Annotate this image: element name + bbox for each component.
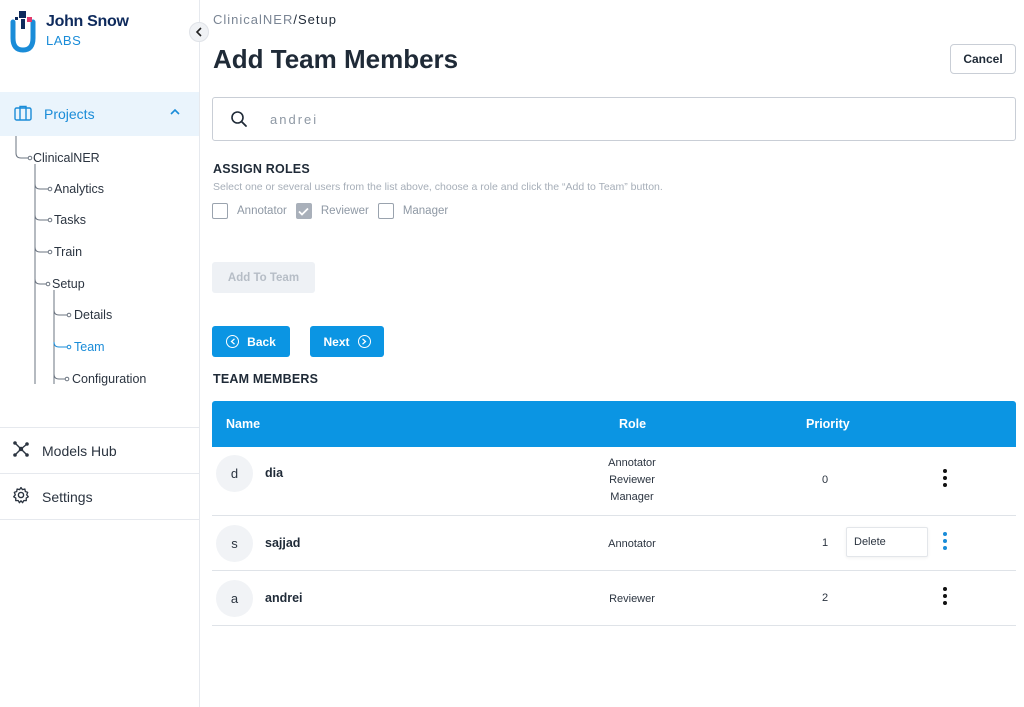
member-roles: Reviewer	[552, 591, 712, 608]
avatar: s	[216, 525, 253, 562]
kebab-menu-icon[interactable]	[941, 469, 949, 487]
brand-name: John Snow	[46, 13, 129, 30]
add-to-team-button[interactable]: Add To Team	[212, 262, 315, 293]
sidebar-item-label: Projects	[44, 106, 95, 122]
search-input[interactable]	[270, 111, 970, 127]
annotator-checkbox[interactable]	[212, 203, 228, 219]
search-icon	[231, 111, 247, 127]
table-row[interactable]: s sajjad Annotator 1 Delete	[212, 516, 1016, 571]
sidebar-item-label: Models Hub	[42, 442, 117, 459]
member-name: dia	[265, 466, 284, 480]
projects-icon	[14, 105, 32, 124]
role-option-annotator[interactable]: Annotator	[212, 203, 287, 219]
tree-item-project[interactable]: ClinicalNER	[33, 151, 100, 165]
team-members-heading: TEAM MEMBERS	[213, 372, 319, 386]
member-role: Annotator	[608, 538, 656, 550]
member-role: Reviewer	[609, 593, 655, 605]
user-search-box[interactable]	[212, 97, 1016, 141]
role-option-manager[interactable]: Manager	[377, 203, 449, 219]
models-hub-icon	[12, 440, 30, 461]
member-role: Manager	[610, 491, 654, 503]
member-priority: 2	[822, 592, 829, 604]
sidebar-item-projects[interactable]: Projects	[0, 92, 199, 136]
member-roles: Annotator Reviewer Manager	[552, 455, 712, 506]
role-label: Manager	[402, 205, 449, 217]
role-options: Annotator Reviewer Manager	[212, 203, 457, 219]
project-tree: ClinicalNER Analytics Tasks Train Setup …	[0, 136, 199, 416]
table-row[interactable]: a andrei Reviewer 2	[212, 571, 1016, 626]
next-label: Next	[323, 334, 350, 349]
member-roles: Annotator	[552, 536, 712, 553]
tree-item-analytics[interactable]: Analytics	[54, 182, 104, 196]
avatar: a	[216, 580, 253, 617]
role-label: Annotator	[237, 205, 287, 217]
breadcrumb: ClinicalNER/Setup	[213, 12, 337, 27]
tree-item-details[interactable]: Details	[74, 308, 112, 322]
back-button[interactable]: Back	[212, 326, 290, 357]
team-members-table: Name Role Priority d dia Annotator Revie…	[212, 401, 1016, 626]
tree-item-team[interactable]: Team	[74, 340, 105, 354]
sidebar: John Snow LABS Projects ClinicalNER Anal…	[0, 0, 200, 707]
breadcrumb-project-link[interactable]: ClinicalNER	[213, 12, 293, 27]
reviewer-checkbox[interactable]	[295, 203, 312, 219]
collapse-sidebar-button[interactable]	[189, 22, 209, 42]
tree-item-train[interactable]: Train	[54, 245, 82, 259]
sidebar-item-label: Settings	[42, 488, 93, 505]
delete-menu-item[interactable]: Delete	[846, 527, 928, 557]
sidebar-item-settings[interactable]: Settings	[0, 474, 199, 519]
page-title: Add Team Members	[213, 44, 459, 74]
member-priority: 0	[822, 474, 829, 486]
kebab-menu-icon[interactable]	[941, 587, 949, 605]
chevron-right-circle-icon	[357, 335, 371, 348]
kebab-menu-icon[interactable]	[941, 532, 949, 550]
cancel-button[interactable]: Cancel	[950, 44, 1016, 74]
tree-item-tasks[interactable]: Tasks	[54, 213, 86, 227]
tree-item-configuration[interactable]: Configuration	[72, 372, 146, 386]
member-name: sajjad	[265, 536, 301, 550]
member-priority: 1	[822, 537, 829, 549]
brand-logo[interactable]: John Snow LABS	[10, 8, 129, 54]
next-button[interactable]: Next	[310, 326, 384, 357]
back-label: Back	[247, 334, 276, 349]
chevron-up-icon[interactable]	[169, 106, 181, 120]
table-header: Name Role Priority	[212, 401, 1016, 447]
member-role: Reviewer	[609, 474, 655, 486]
manager-checkbox[interactable]	[377, 203, 394, 219]
checkmark-icon	[298, 207, 310, 216]
chevron-left-icon	[195, 27, 202, 37]
chevron-left-circle-icon	[226, 335, 240, 348]
assign-roles-heading: ASSIGN ROLES	[213, 162, 310, 176]
column-header-name[interactable]: Name	[226, 417, 260, 431]
table-row[interactable]: d dia Annotator Reviewer Manager 0	[212, 447, 1016, 516]
role-label: Reviewer	[320, 205, 369, 217]
member-name: andrei	[265, 591, 303, 605]
column-header-role[interactable]: Role	[619, 417, 646, 431]
column-header-priority[interactable]: Priority	[806, 417, 850, 431]
nav-divider	[0, 519, 199, 520]
member-role: Annotator	[608, 457, 656, 469]
breadcrumb-current: Setup	[297, 12, 337, 27]
gear-icon	[12, 486, 30, 507]
brand-subname: LABS	[46, 33, 82, 48]
tree-item-setup[interactable]: Setup	[52, 277, 85, 291]
assign-roles-hint: Select one or several users from the lis…	[213, 181, 663, 193]
logo-mark-icon	[10, 8, 36, 54]
role-option-reviewer[interactable]: Reviewer	[295, 203, 369, 219]
avatar: d	[216, 455, 253, 492]
sidebar-item-models-hub[interactable]: Models Hub	[0, 428, 199, 473]
